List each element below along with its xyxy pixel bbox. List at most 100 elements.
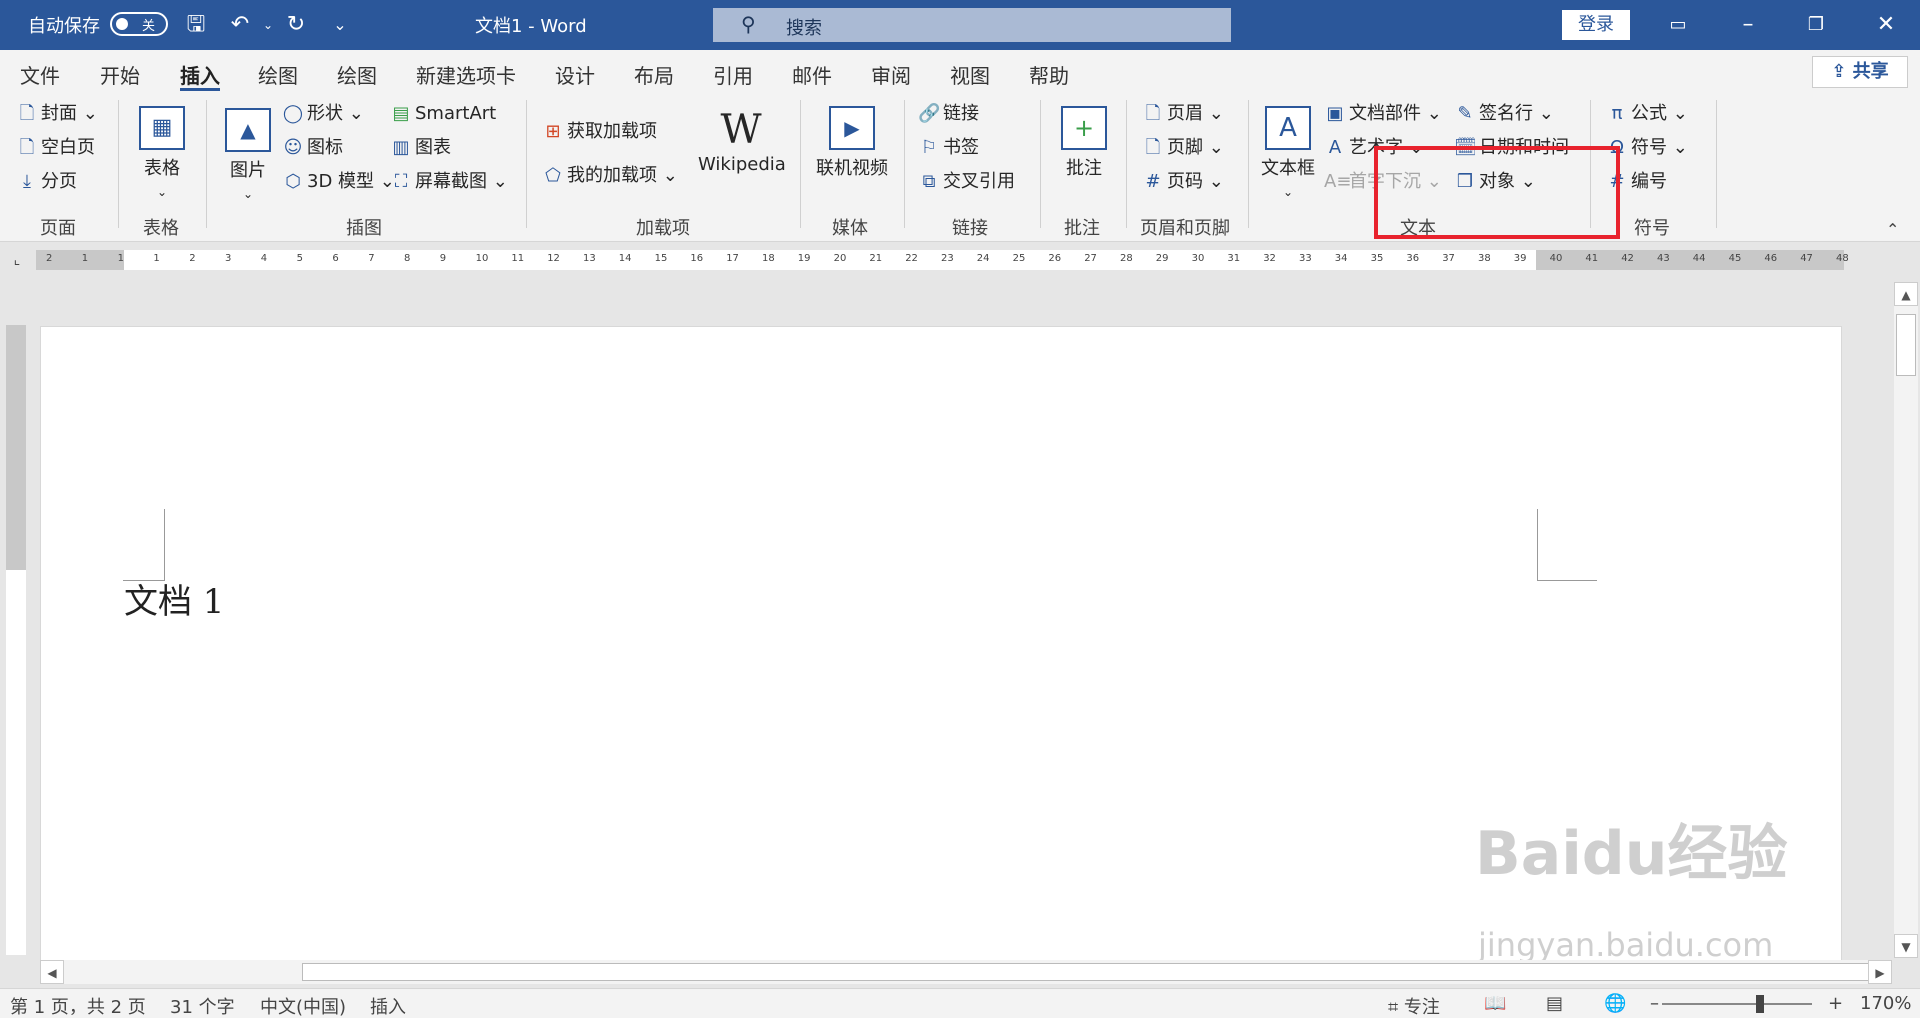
signature-line-button[interactable]: ✎ 签名行 ⌄ — [1454, 102, 1553, 126]
comment-button[interactable]: + 批注 — [1058, 106, 1110, 180]
online-video-button[interactable]: ▶ 联机视频 — [814, 106, 890, 180]
cover-page-button[interactable]: 🗋 封面 ⌄ — [16, 102, 98, 126]
autosave-toggle[interactable]: 关 — [110, 12, 168, 36]
ruler-tick-label: 2 — [46, 253, 53, 264]
insert-mode[interactable]: 插入 — [370, 993, 406, 1018]
tab-home[interactable]: 开始 — [100, 60, 140, 89]
scroll-down-icon[interactable]: ▼ — [1894, 934, 1918, 958]
zoom-slider-thumb[interactable] — [1756, 995, 1764, 1013]
textbox-label: 文本框 — [1261, 158, 1315, 179]
icons-button[interactable]: ☺ 图标 — [282, 136, 343, 160]
cross-reference-label: 交叉引用 — [943, 171, 1015, 192]
blank-page-button[interactable]: 🗋 空白页 — [16, 136, 95, 160]
shapes-label: 形状 — [307, 103, 343, 124]
zoom-in-icon[interactable]: + — [1828, 993, 1843, 1014]
horizontal-ruler[interactable]: 2 1 1 1 2 3 4 5 6 7 8 9 10 11 12 13 14 15 16 17 18 19 20 21 22 23… — [36, 250, 1849, 270]
close-icon[interactable]: ✕ — [1856, 0, 1916, 50]
cross-reference-button[interactable]: ⧉ 交叉引用 — [918, 170, 1015, 194]
get-addins-button[interactable]: ⊞ 获取加载项 — [542, 120, 657, 144]
ruler-tick-label: 47 — [1800, 253, 1813, 264]
tab-new-tab[interactable]: 新建选项卡 — [416, 60, 516, 89]
textbox-button[interactable]: A 文本框 ⌄ — [1258, 106, 1318, 201]
read-mode-icon[interactable]: 📖 — [1484, 993, 1506, 1014]
separator — [206, 100, 207, 228]
quick-parts-button[interactable]: ▣ 文档部件 ⌄ — [1324, 102, 1441, 126]
scroll-up-icon[interactable]: ▲ — [1894, 282, 1918, 306]
screenshot-button[interactable]: ⛶ 屏幕截图 ⌄ — [390, 170, 508, 194]
table-button[interactable]: ▦ 表格 ⌄ — [138, 106, 186, 201]
document-text[interactable]: 文档 1 — [124, 574, 224, 623]
screenshot-icon: ⛶ — [394, 171, 408, 192]
page-break-button[interactable]: ⤓ 分页 — [16, 170, 77, 194]
collapse-ribbon-icon[interactable]: ⌃ — [1886, 220, 1899, 239]
scroll-right-icon[interactable]: ▶ — [1868, 960, 1892, 984]
print-layout-icon[interactable]: ▤ — [1546, 993, 1563, 1014]
link-button[interactable]: 🔗 链接 — [918, 102, 979, 126]
page-count[interactable]: 第 1 页，共 2 页 — [10, 993, 146, 1018]
ruler-tick-label: 45 — [1728, 253, 1742, 264]
my-addins-button[interactable]: ⬠ 我的加载项 ⌄ — [542, 164, 678, 188]
ruler-tick-label: 35 — [1370, 253, 1384, 264]
wikipedia-button[interactable]: W Wikipedia — [698, 106, 786, 175]
vertical-ruler[interactable] — [6, 325, 26, 955]
ruler-tick-label: 7 — [368, 253, 375, 264]
tab-help[interactable]: 帮助 — [1029, 60, 1069, 89]
hscroll-thumb[interactable] — [302, 963, 1872, 981]
tab-design[interactable]: 设计 — [555, 60, 595, 89]
restore-icon[interactable]: ❐ — [1786, 0, 1846, 50]
focus-button[interactable]: ⌗ 专注 — [1388, 993, 1440, 1018]
tab-layout[interactable]: 布局 — [634, 60, 674, 89]
share-button[interactable]: ⇪ 共享 — [1812, 56, 1908, 88]
redo-icon[interactable]: ↻ — [280, 10, 312, 40]
ruler-tick-label: 22 — [905, 253, 918, 264]
footer-button[interactable]: 🗋 页脚 ⌄ — [1142, 136, 1224, 160]
web-layout-icon[interactable]: 🌐 — [1604, 993, 1626, 1014]
zoom-out-icon[interactable]: – — [1650, 993, 1659, 1014]
bookmark-button[interactable]: ⚐ 书签 — [918, 136, 979, 160]
tab-view[interactable]: 视图 — [950, 60, 990, 89]
shapes-button[interactable]: ◯ 形状 ⌄ — [282, 102, 364, 126]
tab-insert[interactable]: 插入 — [180, 60, 220, 89]
chart-button[interactable]: ▥ 图表 — [390, 136, 451, 160]
scroll-thumb[interactable] — [1896, 314, 1916, 376]
tab-selector-icon[interactable]: ⌞ — [8, 252, 26, 268]
smartart-button[interactable]: ▤ SmartArt — [390, 102, 496, 126]
ruler-tick-label: 16 — [690, 253, 704, 264]
separator — [1716, 100, 1717, 228]
chart-icon: ▥ — [392, 137, 410, 158]
tab-review[interactable]: 审阅 — [871, 60, 911, 89]
blank-page-icon: 🗋 — [19, 137, 35, 158]
search-box[interactable]: ⚲ 搜索 — [713, 8, 1231, 42]
smartart-icon: ▤ — [392, 103, 410, 124]
vertical-scrollbar[interactable]: ▲ ▼ — [1894, 282, 1918, 958]
footer-icon: 🗋 — [1145, 137, 1161, 158]
picture-button[interactable]: ▲ 图片 ⌄ — [224, 108, 272, 203]
login-button[interactable]: 登录 — [1562, 10, 1630, 40]
status-bar: 第 1 页，共 2 页 31 个字 中文(中国) 插入 ⌗ 专注 📖 ▤ 🌐 –… — [0, 988, 1920, 1018]
minimize-icon[interactable]: – — [1718, 0, 1778, 50]
title-bar: 自动保存 关 🖫 ↶ ⌄ ↻ ⌄ 文档1 - Word ⚲ 搜索 登录 ▭ – … — [0, 0, 1920, 50]
scroll-left-icon[interactable]: ◀ — [40, 960, 64, 984]
ribbon-display-options-icon[interactable]: ▭ — [1648, 0, 1708, 50]
save-icon[interactable]: 🖫 — [180, 10, 212, 40]
page-number-button[interactable]: # 页码 ⌄ — [1142, 170, 1223, 194]
ruler-tick-label: 20 — [833, 253, 847, 264]
customize-qat-icon[interactable]: ⌄ — [324, 10, 356, 40]
equation-label: 公式 — [1631, 103, 1667, 124]
tab-draw[interactable]: 绘图 — [258, 60, 298, 89]
zoom-slider[interactable] — [1662, 1003, 1812, 1005]
zoom-level[interactable]: 170% — [1860, 993, 1911, 1014]
3d-models-button[interactable]: ⬡ 3D 模型 ⌄ — [282, 170, 395, 194]
icons-icon: ☺ — [283, 137, 303, 158]
icons-label: 图标 — [307, 137, 343, 158]
equation-button[interactable]: π 公式 ⌄ — [1606, 102, 1688, 126]
header-button[interactable]: 🗋 页眉 ⌄ — [1142, 102, 1224, 126]
tab-draw-2[interactable]: 绘图 — [337, 60, 377, 89]
separator — [1126, 100, 1127, 228]
word-count[interactable]: 31 个字 — [170, 993, 235, 1018]
language[interactable]: 中文(中国) — [260, 993, 346, 1018]
horizontal-scrollbar[interactable]: ◀ ▶ — [40, 960, 1892, 984]
tab-references[interactable]: 引用 — [713, 60, 753, 89]
tab-file[interactable]: 文件 — [20, 60, 60, 89]
tab-mailings[interactable]: 邮件 — [792, 60, 832, 89]
